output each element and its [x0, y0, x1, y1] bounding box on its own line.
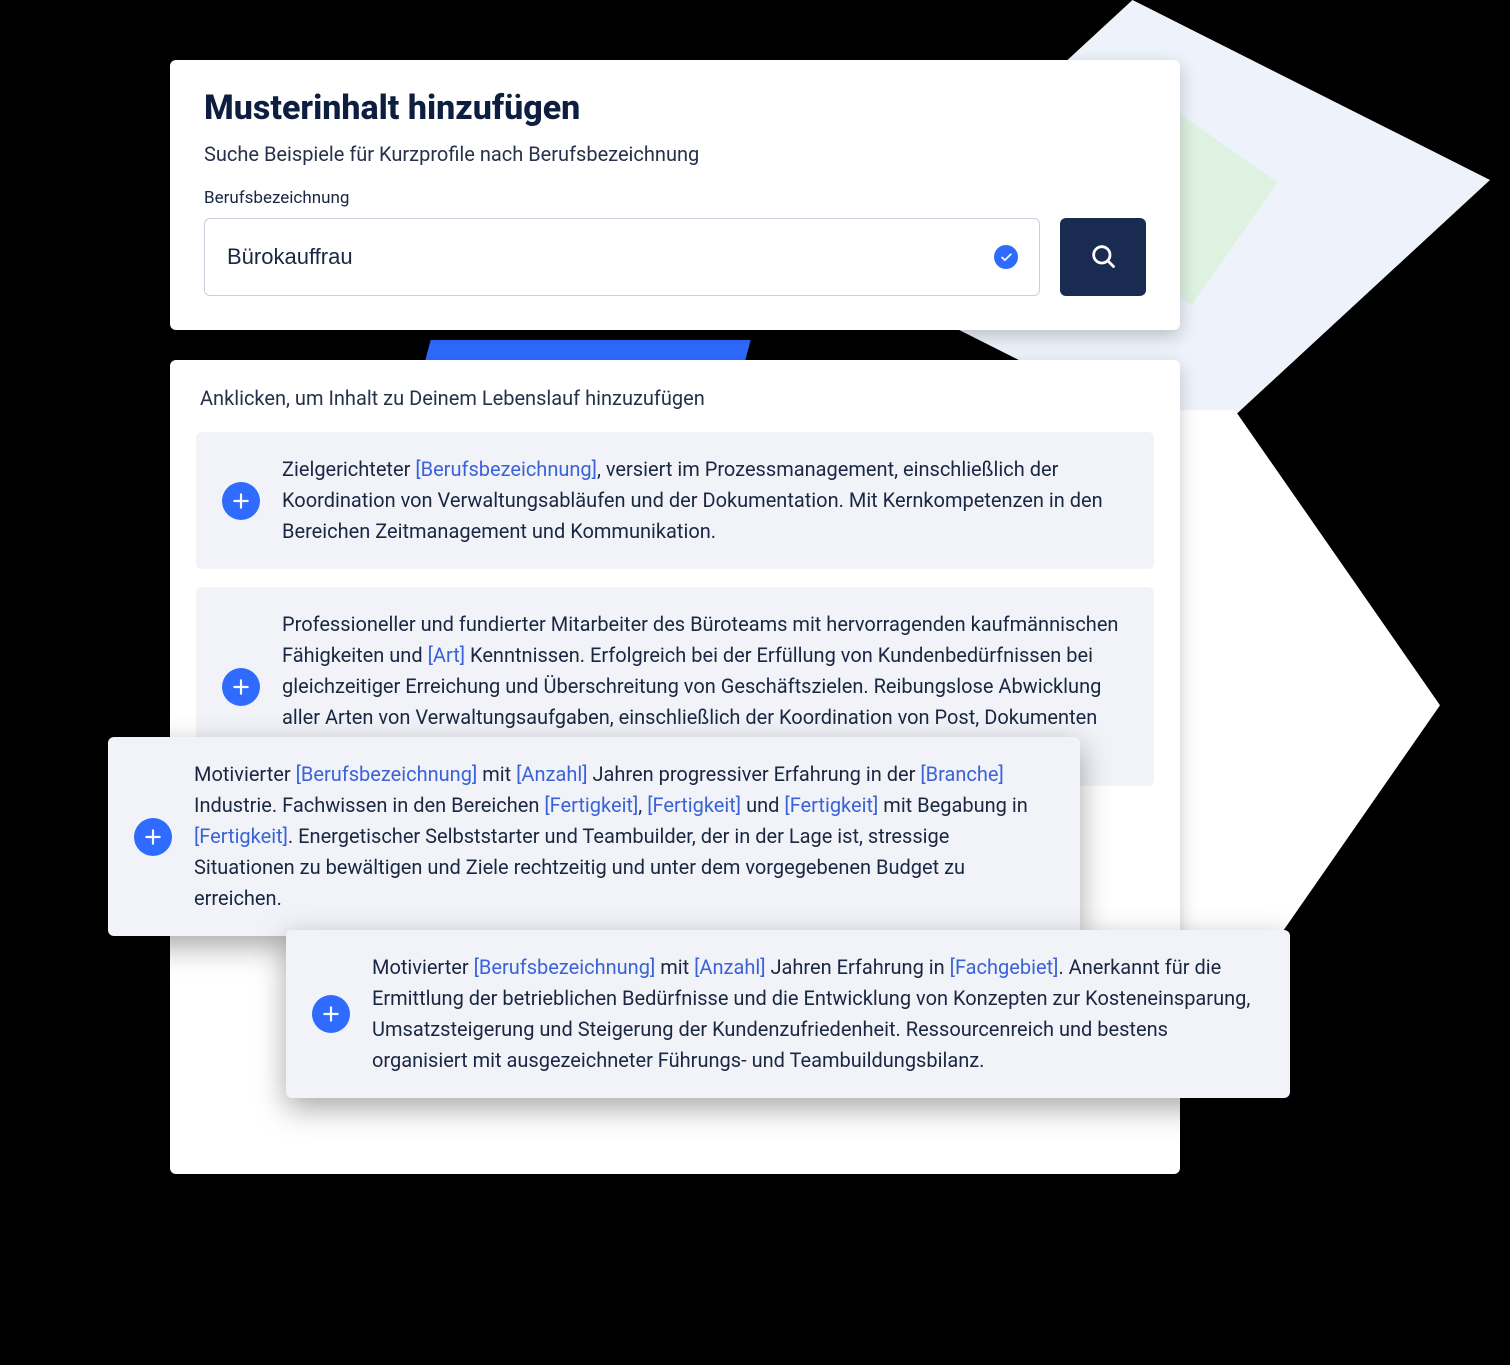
search-icon	[1089, 242, 1117, 273]
plus-icon	[134, 818, 172, 856]
placeholder-token: [Art]	[428, 643, 465, 667]
placeholder-token: [Anzahl]	[516, 762, 587, 786]
job-title-field-wrapper	[204, 218, 1040, 296]
suggestion-item[interactable]: Zielgerichteter [Berufsbezeichnung], ver…	[196, 432, 1154, 569]
job-title-input[interactable]	[204, 218, 1040, 296]
placeholder-token: [Berufsbezeichnung]	[296, 762, 478, 786]
placeholder-token: [Berufsbezeichnung]	[474, 955, 656, 979]
page-title: Musterinhalt hinzufügen	[204, 88, 1146, 128]
plus-icon	[222, 668, 260, 706]
search-card: Musterinhalt hinzufügen Suche Beispiele …	[170, 60, 1180, 330]
placeholder-token: [Fertigkeit]	[194, 824, 288, 848]
placeholder-token: [Branche]	[920, 762, 1003, 786]
check-icon	[994, 245, 1018, 269]
suggestion-item[interactable]: Motivierter [Berufsbezeichnung] mit [Anz…	[286, 930, 1290, 1098]
results-instruction: Anklicken, um Inhalt zu Deinem Lebenslau…	[200, 386, 1150, 410]
suggestion-text: Motivierter [Berufsbezeichnung] mit [Anz…	[372, 952, 1264, 1076]
placeholder-token: [Fertigkeit]	[544, 793, 638, 817]
placeholder-token: [Berufsbezeichnung]	[415, 457, 597, 481]
page-subtitle: Suche Beispiele für Kurzprofile nach Ber…	[204, 142, 1146, 166]
field-label: Berufsbezeichnung	[204, 188, 1146, 208]
plus-icon	[312, 995, 350, 1033]
plus-icon	[222, 482, 260, 520]
suggestion-text: Motivierter [Berufsbezeichnung] mit [Anz…	[194, 759, 1054, 914]
placeholder-token: [Fachgebiet]	[950, 955, 1059, 979]
placeholder-token: [Fertigkeit]	[784, 793, 878, 817]
suggestion-item[interactable]: Motivierter [Berufsbezeichnung] mit [Anz…	[108, 737, 1080, 936]
placeholder-token: [Anzahl]	[694, 955, 765, 979]
placeholder-token: [Fertigkeit]	[647, 793, 741, 817]
suggestion-text: Zielgerichteter [Berufsbezeichnung], ver…	[282, 454, 1128, 547]
search-button[interactable]	[1060, 218, 1146, 296]
